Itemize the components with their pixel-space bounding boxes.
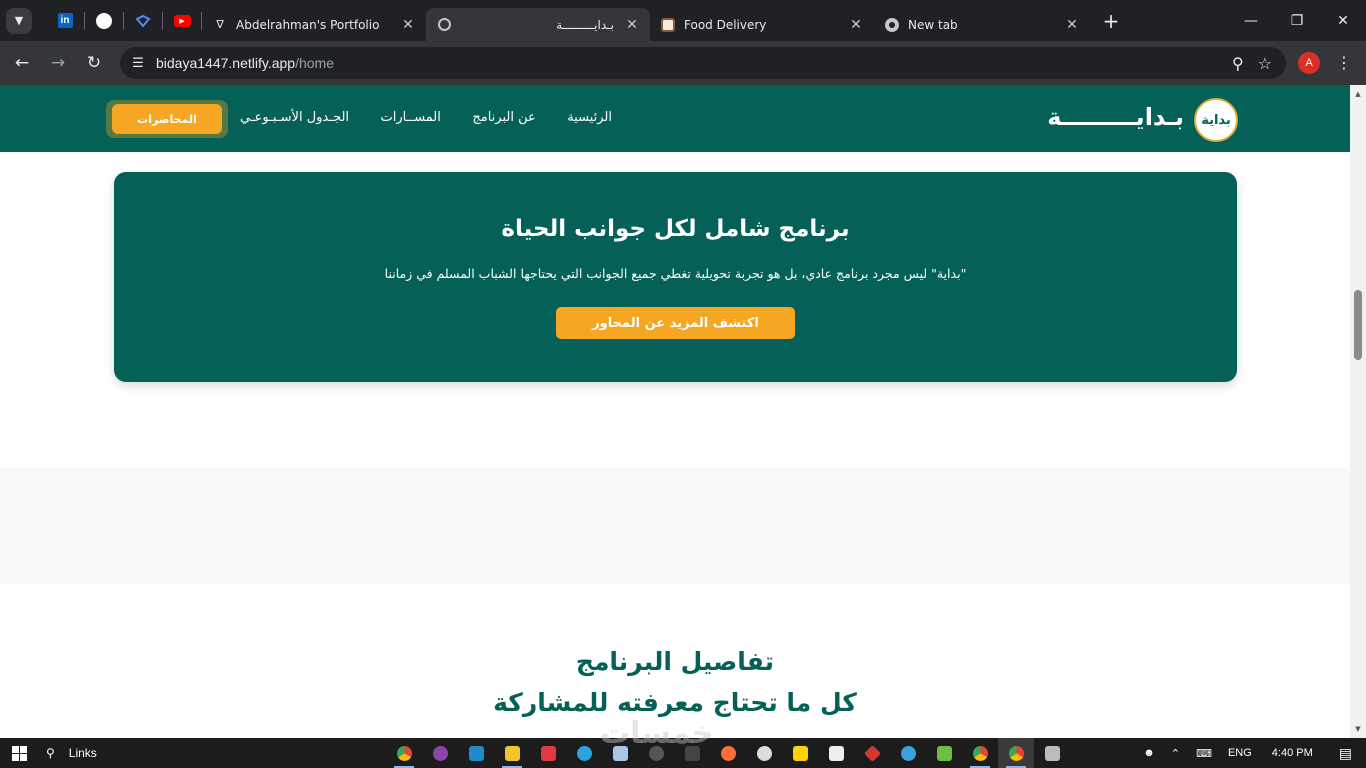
- restore-icon[interactable]: ❐: [1274, 0, 1320, 41]
- android-studio-icon[interactable]: [926, 738, 962, 768]
- pinned-tab-github[interactable]: [85, 0, 123, 41]
- tab-title: New tab: [908, 17, 958, 32]
- food-favicon: [660, 17, 676, 33]
- browser-tab-bar: ▼ in ▶ ∇ Abdelrahman's Portfolio ✕ بـداي…: [0, 0, 1366, 41]
- zoom-search-icon[interactable]: ⚲: [1232, 54, 1244, 73]
- figma-icon[interactable]: [530, 738, 566, 768]
- postman-icon[interactable]: [710, 738, 746, 768]
- logo-badge[interactable]: بداية: [1194, 98, 1238, 142]
- profile-avatar[interactable]: A: [1298, 52, 1320, 74]
- vscode-icon[interactable]: [458, 738, 494, 768]
- alarm-icon[interactable]: [746, 738, 782, 768]
- weather-icon[interactable]: [818, 738, 854, 768]
- nav-about[interactable]: عن البرنامج: [472, 110, 535, 125]
- nav-tracks[interactable]: المســارات: [380, 110, 440, 125]
- browser-toolbar: ← → ↻ ☰ bidaya1447.netlify.app/home ⚲ ☆ …: [0, 41, 1366, 85]
- search-icon: ⚲: [46, 746, 55, 760]
- window-controls: — ❐ ✕: [1228, 0, 1366, 41]
- chrome-icon: [884, 17, 900, 33]
- close-icon[interactable]: ✕: [1064, 17, 1080, 33]
- github-desktop-icon[interactable]: [422, 738, 458, 768]
- close-icon[interactable]: ✕: [400, 17, 416, 33]
- globe-icon: [436, 17, 452, 33]
- taskbar-apps: [386, 738, 1070, 768]
- youtube-icon: ▶: [173, 14, 191, 27]
- file-explorer-icon[interactable]: [494, 738, 530, 768]
- close-window-icon[interactable]: ✕: [1320, 0, 1366, 41]
- minimize-icon[interactable]: —: [1228, 0, 1274, 41]
- watermark: خمسات: [600, 716, 714, 751]
- tab-title: Food Delivery: [684, 17, 767, 32]
- portfolio-favicon: ∇: [216, 18, 224, 31]
- pinned-tab-linkedin[interactable]: in: [46, 0, 84, 41]
- section-divider-band: [0, 468, 1350, 584]
- nav-weekly-schedule[interactable]: الجـدول الأسـبـوعـي: [240, 110, 349, 125]
- tab-title: بـدايـــــــــة: [556, 17, 614, 32]
- tab-title: Abdelrahman's Portfolio: [236, 17, 380, 32]
- close-icon[interactable]: ✕: [624, 17, 640, 33]
- details-title: تفاصيل البرنامج: [575, 647, 775, 676]
- git-icon[interactable]: [854, 738, 890, 768]
- site-navbar: بداية بـدايـــــــــة الجـدول الأسـبـوعـ…: [0, 85, 1350, 152]
- taskbar-search[interactable]: ⚲ Links: [46, 746, 97, 760]
- address-bar[interactable]: ☰ bidaya1447.netlify.app/home ⚲ ☆: [120, 47, 1286, 79]
- chrome-profile-3-icon[interactable]: [998, 738, 1034, 768]
- hero-card: برنامج شامل لكل جوانب الحياة "بداية" ليس…: [114, 172, 1237, 382]
- chevron-down-icon: ▼: [14, 14, 24, 27]
- sticky-notes-icon[interactable]: [782, 738, 818, 768]
- menu-kebab-icon[interactable]: ⋮: [1336, 53, 1352, 72]
- hero-title: برنامج شامل لكل جوانب الحياة: [501, 216, 850, 242]
- tab-bidaya[interactable]: بـدايـــــــــة ✕: [426, 8, 650, 41]
- clock[interactable]: 4:40 PM: [1260, 738, 1325, 768]
- taskbar-search-label: Links: [68, 746, 97, 760]
- tab-new-tab[interactable]: New tab ✕: [874, 8, 1090, 41]
- site-info-icon[interactable]: ☰: [120, 56, 156, 71]
- chrome-taskbar-icon[interactable]: [386, 738, 422, 768]
- github-icon: [96, 12, 112, 29]
- language-indicator[interactable]: ENG: [1220, 738, 1260, 768]
- url-text[interactable]: bidaya1447.netlify.app/home: [156, 55, 334, 71]
- page-viewport: بداية بـدايـــــــــة الجـدول الأسـبـوعـ…: [0, 85, 1350, 738]
- drawio-icon: [135, 14, 151, 28]
- scroll-down-icon[interactable]: ▼: [1350, 722, 1366, 736]
- balloon-icon[interactable]: [890, 738, 926, 768]
- page-scrollbar[interactable]: ▲ ▼: [1350, 85, 1366, 738]
- windows-start-icon[interactable]: [0, 738, 38, 768]
- scroll-up-icon[interactable]: ▲: [1350, 87, 1366, 101]
- tab-portfolio[interactable]: ∇ Abdelrahman's Portfolio ✕: [202, 8, 426, 41]
- reload-icon[interactable]: ↻: [76, 45, 112, 81]
- lectures-button-wrap: المحاضرات: [106, 100, 228, 138]
- notifications-icon[interactable]: ▤: [1325, 738, 1366, 768]
- pinned-tab-drawio[interactable]: [124, 0, 162, 41]
- nav-home[interactable]: الرئيسية: [567, 110, 612, 125]
- hero-description: "بداية" ليس مجرد برنامج عادي، بل هو تجرب…: [384, 266, 967, 281]
- details-subtitle: كل ما تحتاج معرفته للمشاركة: [493, 688, 857, 717]
- tray-expand-icon[interactable]: ⌃: [1163, 738, 1188, 768]
- photos-icon[interactable]: [1034, 738, 1070, 768]
- bookmark-star-icon[interactable]: ☆: [1258, 54, 1272, 73]
- scrollbar-thumb[interactable]: [1354, 290, 1362, 360]
- back-icon[interactable]: ←: [4, 45, 40, 81]
- people-icon[interactable]: ☻: [1135, 738, 1163, 768]
- lectures-button[interactable]: المحاضرات: [112, 104, 222, 134]
- close-icon[interactable]: ✕: [848, 17, 864, 33]
- explore-axes-button[interactable]: اكتشف المزيد عن المحاور: [556, 307, 795, 339]
- forward-icon[interactable]: →: [40, 45, 76, 81]
- nav-links: الجـدول الأسـبـوعـي المســارات عن البرنا…: [240, 110, 612, 125]
- url-host: bidaya1447.netlify.app: [156, 55, 296, 71]
- keyboard-icon[interactable]: ⌨: [1188, 738, 1220, 768]
- tab-search-dropdown[interactable]: ▼: [6, 7, 32, 34]
- telegram-icon[interactable]: [566, 738, 602, 768]
- system-tray: ☻ ⌃ ⌨ ENG 4:40 PM ▤: [1135, 738, 1366, 768]
- new-tab-button[interactable]: +: [1096, 6, 1126, 36]
- chrome-profile-2-icon[interactable]: [962, 738, 998, 768]
- tab-food-delivery[interactable]: Food Delivery ✕: [650, 8, 874, 41]
- linkedin-icon: in: [57, 13, 73, 28]
- url-path: /home: [295, 55, 334, 71]
- pinned-tab-youtube[interactable]: ▶: [163, 0, 201, 41]
- logo-text[interactable]: بـدايـــــــــة: [1047, 103, 1184, 131]
